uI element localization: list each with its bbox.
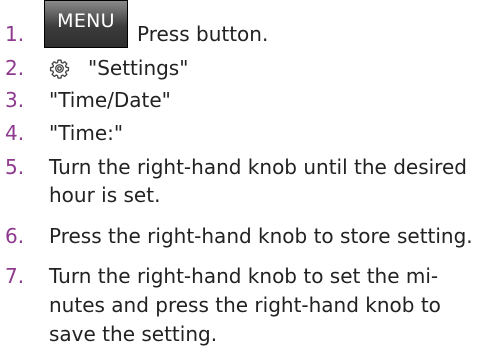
step-text: "Settings"	[88, 56, 189, 80]
step-number: 1.	[5, 22, 25, 46]
step-text: Press the right-hand knob to store setti…	[49, 224, 473, 248]
step-text-line: hour is set.	[49, 183, 161, 207]
step-2: 2. "Settings"	[0, 55, 484, 82]
step-6: 6. Press the right-hand knob to store se…	[0, 223, 484, 250]
step-5: 5. Turn the right-hand knob until the de…	[0, 154, 484, 210]
step-number: 7.	[5, 264, 25, 288]
step-number: 5.	[5, 155, 25, 179]
step-text: "Time:"	[49, 121, 124, 145]
step-text: "Time/Date"	[49, 88, 171, 112]
step-3: 3. "Time/Date"	[0, 87, 484, 114]
menu-button-icon: MENU	[44, 0, 128, 48]
step-text-line: Turn the right-hand knob to set the mi-	[49, 264, 439, 288]
step-number: 3.	[5, 88, 25, 112]
step-text-line: Turn the right-hand knob until the desir…	[49, 155, 467, 179]
step-number: 6.	[5, 224, 25, 248]
step-text-line: save the setting.	[49, 322, 218, 346]
step-4: 4. "Time:"	[0, 120, 484, 147]
step-text-line: nutes and press the right-hand knob to	[49, 293, 441, 317]
step-number: 2.	[5, 56, 25, 80]
step-number: 4.	[5, 121, 25, 145]
gear-icon	[49, 59, 70, 79]
step-text: Press button.	[137, 22, 269, 46]
step-1: 1. MENU Press button.	[0, 0, 484, 50]
step-7: 7. Turn the right-hand knob to set the m…	[0, 263, 484, 353]
